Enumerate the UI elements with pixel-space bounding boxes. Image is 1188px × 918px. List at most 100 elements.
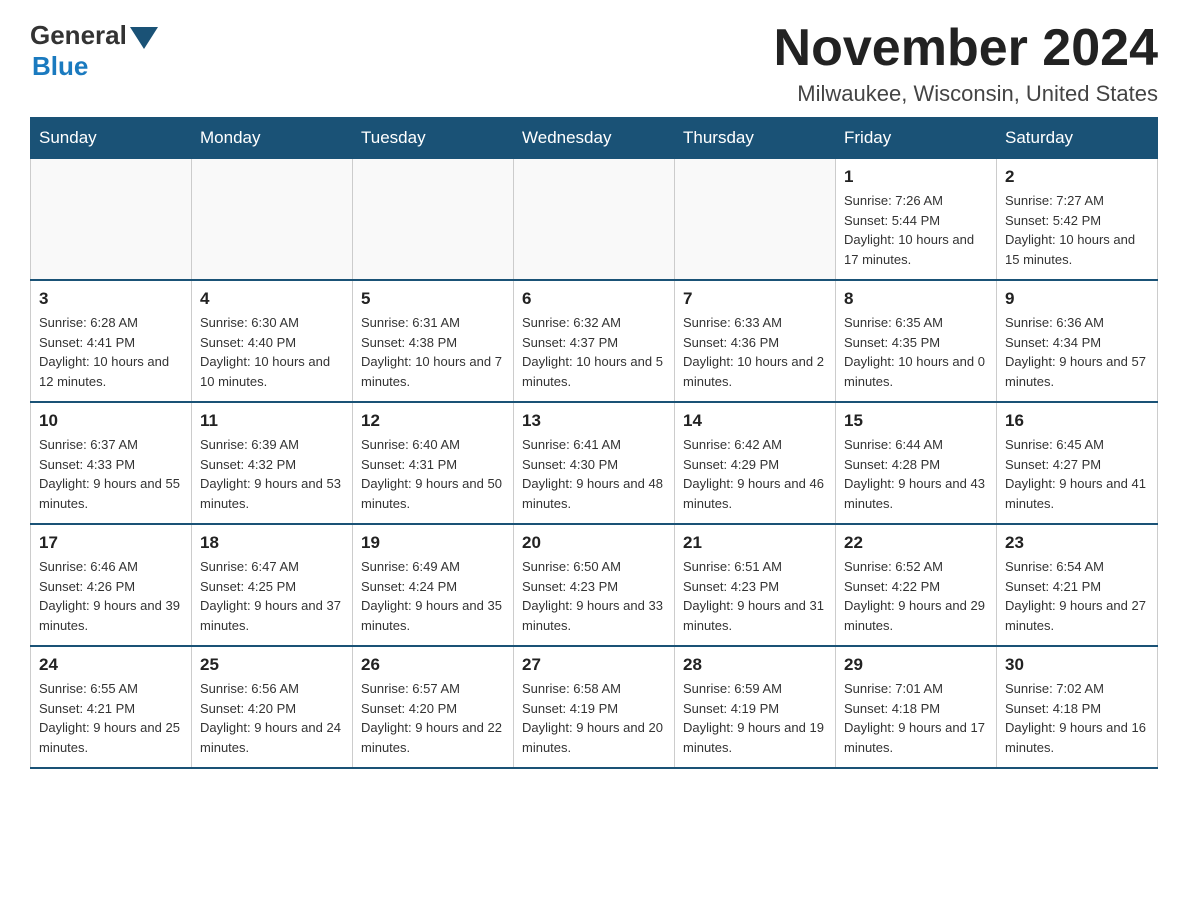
title-section: November 2024 Milwaukee, Wisconsin, Unit…: [774, 20, 1158, 107]
logo-general-text: General: [30, 20, 127, 51]
calendar-cell-w1-d3: [353, 159, 514, 281]
calendar-cell-w4-d7: 23Sunrise: 6:54 AM Sunset: 4:21 PM Dayli…: [997, 524, 1158, 646]
day-number: 18: [200, 533, 344, 553]
day-info: Sunrise: 6:31 AM Sunset: 4:38 PM Dayligh…: [361, 313, 505, 391]
calendar-cell-w4-d2: 18 Sunrise: 6:47 AM Sunset: 4:25 PM Dayli…: [192, 524, 353, 646]
day-number: 22: [844, 533, 988, 553]
day-info: Sunrise: 6:40 AM Sunset: 4:31 PM Dayligh…: [361, 435, 505, 513]
day-info: Sunrise: 7:27 AM Sunset: 5:42 PM Dayligh…: [1005, 191, 1149, 269]
day-number: 7: [683, 289, 827, 309]
calendar-cell-w3-d3: 12 Sunrise: 6:40 AM Sunset: 4:31 PM Dayli…: [353, 402, 514, 524]
weekday-header-tuesday: Tuesday: [353, 118, 514, 159]
day-info: Sunrise: 6:39 AM Sunset: 4:32 PM Dayligh…: [200, 435, 344, 513]
weekday-header-saturday: Saturday: [997, 118, 1158, 159]
day-number: 16: [1005, 411, 1149, 431]
day-info: Sunrise: 6:59 AM Sunset: 4:19 PM Dayligh…: [683, 679, 827, 757]
calendar-cell-w1-d5: [675, 159, 836, 281]
day-number: 1: [844, 167, 988, 187]
day-number: 20: [522, 533, 666, 553]
calendar-cell-w5-d2: 25 Sunrise: 6:56 AM Sunset: 4:20 PM Dayli…: [192, 646, 353, 768]
calendar-cell-w5-d7: 30 Sunrise: 7:02 AM Sunset: 4:18 PM Dayli…: [997, 646, 1158, 768]
day-number: 11: [200, 411, 344, 431]
day-number: 23: [1005, 533, 1149, 553]
calendar-cell-w5-d5: 28 Sunrise: 6:59 AM Sunset: 4:19 PM Dayli…: [675, 646, 836, 768]
calendar-cell-w3-d2: 11 Sunrise: 6:39 AM Sunset: 4:32 PM Dayli…: [192, 402, 353, 524]
calendar-cell-w1-d7: 2 Sunrise: 7:27 AM Sunset: 5:42 PM Daylig…: [997, 159, 1158, 281]
calendar-header: SundayMondayTuesdayWednesdayThursdayFrid…: [31, 118, 1158, 159]
calendar-cell-w2-d1: 3Sunrise: 6:28 AM Sunset: 4:41 PM Daylig…: [31, 280, 192, 402]
calendar-cell-w1-d4: [514, 159, 675, 281]
calendar-cell-w1-d2: [192, 159, 353, 281]
calendar-cell-w3-d7: 16 Sunrise: 6:45 AM Sunset: 4:27 PM Dayli…: [997, 402, 1158, 524]
calendar-cell-w4-d1: 17Sunrise: 6:46 AM Sunset: 4:26 PM Dayli…: [31, 524, 192, 646]
day-number: 28: [683, 655, 827, 675]
calendar-cell-w3-d6: 15Sunrise: 6:44 AM Sunset: 4:28 PM Dayli…: [836, 402, 997, 524]
calendar-cell-w5-d4: 27Sunrise: 6:58 AM Sunset: 4:19 PM Dayli…: [514, 646, 675, 768]
calendar-cell-w5-d6: 29 Sunrise: 7:01 AM Sunset: 4:18 PM Dayli…: [836, 646, 997, 768]
day-info: Sunrise: 6:41 AM Sunset: 4:30 PM Dayligh…: [522, 435, 666, 513]
day-info: Sunrise: 6:49 AM Sunset: 4:24 PM Dayligh…: [361, 557, 505, 635]
day-info: Sunrise: 7:02 AM Sunset: 4:18 PM Dayligh…: [1005, 679, 1149, 757]
day-info: Sunrise: 6:37 AM Sunset: 4:33 PM Dayligh…: [39, 435, 183, 513]
calendar-cell-w5-d3: 26 Sunrise: 6:57 AM Sunset: 4:20 PM Dayli…: [353, 646, 514, 768]
weekday-header-friday: Friday: [836, 118, 997, 159]
day-info: Sunrise: 6:36 AM Sunset: 4:34 PM Dayligh…: [1005, 313, 1149, 391]
day-number: 14: [683, 411, 827, 431]
day-number: 6: [522, 289, 666, 309]
day-info: Sunrise: 6:33 AM Sunset: 4:36 PM Dayligh…: [683, 313, 827, 391]
weekday-header-row: SundayMondayTuesdayWednesdayThursdayFrid…: [31, 118, 1158, 159]
day-number: 29: [844, 655, 988, 675]
day-info: Sunrise: 6:55 AM Sunset: 4:21 PM Dayligh…: [39, 679, 183, 757]
week-row-5: 24Sunrise: 6:55 AM Sunset: 4:21 PM Dayli…: [31, 646, 1158, 768]
calendar-table: SundayMondayTuesdayWednesdayThursdayFrid…: [30, 117, 1158, 769]
weekday-header-monday: Monday: [192, 118, 353, 159]
calendar-cell-w1-d6: 1Sunrise: 7:26 AM Sunset: 5:44 PM Daylig…: [836, 159, 997, 281]
weekday-header-wednesday: Wednesday: [514, 118, 675, 159]
day-number: 30: [1005, 655, 1149, 675]
calendar-cell-w3-d1: 10Sunrise: 6:37 AM Sunset: 4:33 PM Dayli…: [31, 402, 192, 524]
day-info: Sunrise: 6:47 AM Sunset: 4:25 PM Dayligh…: [200, 557, 344, 635]
day-number: 26: [361, 655, 505, 675]
calendar-cell-w2-d6: 8 Sunrise: 6:35 AM Sunset: 4:35 PM Daylig…: [836, 280, 997, 402]
week-row-1: 1Sunrise: 7:26 AM Sunset: 5:44 PM Daylig…: [31, 159, 1158, 281]
logo-blue-text: Blue: [32, 51, 88, 82]
day-info: Sunrise: 6:58 AM Sunset: 4:19 PM Dayligh…: [522, 679, 666, 757]
day-number: 25: [200, 655, 344, 675]
calendar-cell-w3-d4: 13 Sunrise: 6:41 AM Sunset: 4:30 PM Dayli…: [514, 402, 675, 524]
day-info: Sunrise: 6:56 AM Sunset: 4:20 PM Dayligh…: [200, 679, 344, 757]
day-number: 12: [361, 411, 505, 431]
page-header: General Blue November 2024 Milwaukee, Wi…: [30, 20, 1158, 107]
week-row-2: 3Sunrise: 6:28 AM Sunset: 4:41 PM Daylig…: [31, 280, 1158, 402]
calendar-body: 1Sunrise: 7:26 AM Sunset: 5:44 PM Daylig…: [31, 159, 1158, 769]
calendar-cell-w4-d5: 21Sunrise: 6:51 AM Sunset: 4:23 PM Dayli…: [675, 524, 836, 646]
day-number: 8: [844, 289, 988, 309]
day-info: Sunrise: 6:50 AM Sunset: 4:23 PM Dayligh…: [522, 557, 666, 635]
logo-triangle-icon: [130, 27, 158, 49]
day-info: Sunrise: 6:57 AM Sunset: 4:20 PM Dayligh…: [361, 679, 505, 757]
day-number: 3: [39, 289, 183, 309]
calendar-cell-w1-d1: [31, 159, 192, 281]
day-number: 5: [361, 289, 505, 309]
calendar-cell-w2-d7: 9 Sunrise: 6:36 AM Sunset: 4:34 PM Daylig…: [997, 280, 1158, 402]
calendar-cell-w2-d4: 6 Sunrise: 6:32 AM Sunset: 4:37 PM Daylig…: [514, 280, 675, 402]
calendar-cell-w3-d5: 14Sunrise: 6:42 AM Sunset: 4:29 PM Dayli…: [675, 402, 836, 524]
day-info: Sunrise: 6:30 AM Sunset: 4:40 PM Dayligh…: [200, 313, 344, 391]
day-info: Sunrise: 6:45 AM Sunset: 4:27 PM Dayligh…: [1005, 435, 1149, 513]
day-info: Sunrise: 7:01 AM Sunset: 4:18 PM Dayligh…: [844, 679, 988, 757]
day-info: Sunrise: 6:44 AM Sunset: 4:28 PM Dayligh…: [844, 435, 988, 513]
calendar-cell-w2-d2: 4Sunrise: 6:30 AM Sunset: 4:40 PM Daylig…: [192, 280, 353, 402]
calendar-cell-w4-d6: 22Sunrise: 6:52 AM Sunset: 4:22 PM Dayli…: [836, 524, 997, 646]
day-number: 13: [522, 411, 666, 431]
day-info: Sunrise: 6:32 AM Sunset: 4:37 PM Dayligh…: [522, 313, 666, 391]
week-row-3: 10Sunrise: 6:37 AM Sunset: 4:33 PM Dayli…: [31, 402, 1158, 524]
calendar-cell-w4-d4: 20 Sunrise: 6:50 AM Sunset: 4:23 PM Dayli…: [514, 524, 675, 646]
logo: General Blue: [30, 20, 158, 82]
day-info: Sunrise: 6:35 AM Sunset: 4:35 PM Dayligh…: [844, 313, 988, 391]
location-text: Milwaukee, Wisconsin, United States: [774, 81, 1158, 107]
day-number: 2: [1005, 167, 1149, 187]
week-row-4: 17Sunrise: 6:46 AM Sunset: 4:26 PM Dayli…: [31, 524, 1158, 646]
day-number: 21: [683, 533, 827, 553]
calendar-cell-w5-d1: 24Sunrise: 6:55 AM Sunset: 4:21 PM Dayli…: [31, 646, 192, 768]
day-number: 9: [1005, 289, 1149, 309]
day-number: 19: [361, 533, 505, 553]
